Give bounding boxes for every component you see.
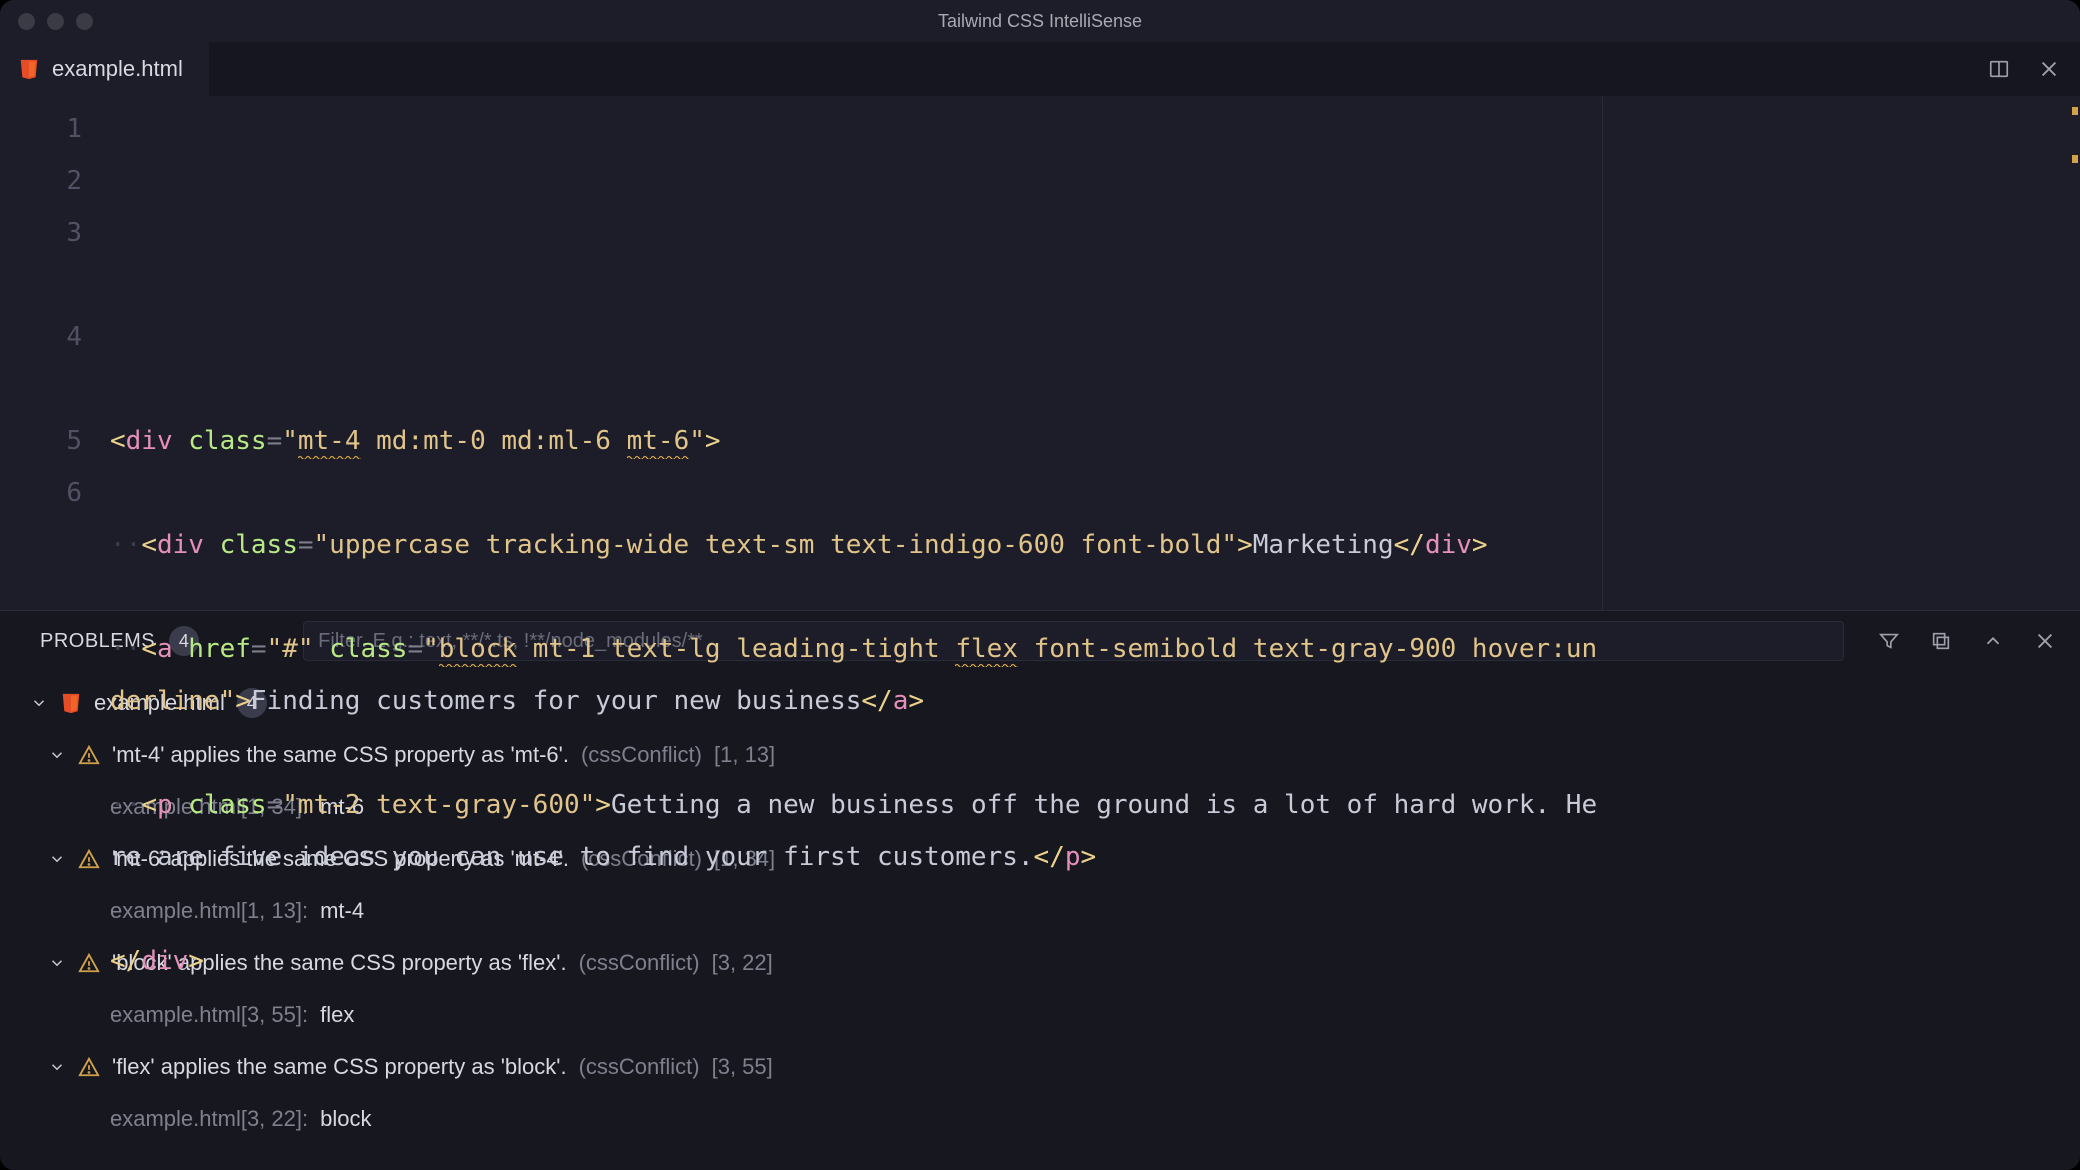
chevron-down-icon bbox=[48, 850, 66, 868]
split-editor-icon[interactable] bbox=[1988, 58, 2010, 80]
line-gutter: 1 2 3 4 5 6 bbox=[0, 97, 110, 610]
titlebar: Tailwind CSS IntelliSense bbox=[0, 0, 2080, 42]
maximize-window-button[interactable] bbox=[76, 13, 93, 30]
lint-squiggle: block bbox=[439, 634, 517, 667]
tab-bar: example.html bbox=[0, 42, 2080, 97]
chevron-down-icon bbox=[48, 746, 66, 764]
close-window-button[interactable] bbox=[18, 13, 35, 30]
chevron-down-icon bbox=[48, 1058, 66, 1076]
html-file-icon bbox=[60, 692, 82, 714]
app-window: Tailwind CSS IntelliSense example.html 1… bbox=[0, 0, 2080, 1170]
lint-squiggle: mt-4 bbox=[298, 426, 361, 459]
code-area[interactable]: <div class="mt-4 md:mt-0 md:ml-6 mt-6"> … bbox=[110, 97, 2080, 610]
window-controls bbox=[0, 13, 93, 30]
warning-icon bbox=[78, 744, 100, 766]
overview-warning-marker[interactable] bbox=[2072, 107, 2078, 115]
chevron-up-icon[interactable] bbox=[1982, 630, 2004, 652]
code-line bbox=[110, 1039, 1605, 1091]
code-editor[interactable]: 1 2 3 4 5 6 <div class="mt-4 md:mt-0 md:… bbox=[0, 97, 2080, 610]
window-title: Tailwind CSS IntelliSense bbox=[0, 11, 2080, 32]
tab-filename: example.html bbox=[52, 56, 183, 82]
warning-icon bbox=[78, 952, 100, 974]
html-file-icon bbox=[18, 58, 40, 80]
close-panel-icon[interactable] bbox=[2034, 630, 2056, 652]
code-line: ··<a href="#" class="block mt-1 text-lg … bbox=[110, 623, 1605, 727]
warning-icon bbox=[78, 1056, 100, 1078]
minimize-window-button[interactable] bbox=[47, 13, 64, 30]
line-number: 4 bbox=[0, 311, 82, 363]
filter-icon[interactable] bbox=[1878, 630, 1900, 652]
editor-ruler bbox=[1602, 97, 1603, 610]
code-line: ··<div class="uppercase tracking-wide te… bbox=[110, 519, 1605, 571]
code-line: ··<p class="mt-2 text-gray-600">Getting … bbox=[110, 779, 1605, 883]
collapse-all-icon[interactable] bbox=[1930, 630, 1952, 652]
warning-icon bbox=[78, 848, 100, 870]
line-number: 1 bbox=[0, 103, 82, 155]
close-tab-icon[interactable] bbox=[2038, 58, 2060, 80]
line-number: 2 bbox=[0, 155, 82, 207]
overview-warning-marker[interactable] bbox=[2072, 155, 2078, 163]
editor-tab[interactable]: example.html bbox=[0, 42, 209, 96]
lint-squiggle: mt-6 bbox=[627, 426, 690, 459]
line-number: 5 bbox=[0, 415, 82, 467]
code-line: </div> bbox=[110, 935, 1605, 987]
tab-actions bbox=[1988, 58, 2060, 80]
line-number: 6 bbox=[0, 467, 82, 519]
code-line: <div class="mt-4 md:mt-0 md:ml-6 mt-6"> bbox=[110, 415, 1605, 467]
chevron-down-icon bbox=[30, 694, 48, 712]
lint-squiggle: flex bbox=[955, 634, 1018, 667]
line-number: 3 bbox=[0, 207, 82, 259]
chevron-down-icon bbox=[48, 954, 66, 972]
